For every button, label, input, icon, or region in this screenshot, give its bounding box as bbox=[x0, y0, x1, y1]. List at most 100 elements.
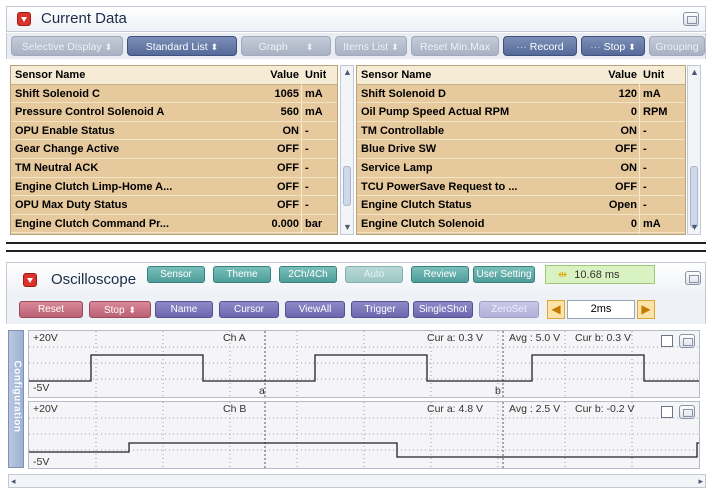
scroll-down-icon[interactable]: ▼ bbox=[690, 223, 699, 232]
current-data-title: Current Data bbox=[41, 10, 127, 27]
sensor-value: 0.000 bbox=[271, 217, 299, 230]
sensor-name: Gear Change Active bbox=[15, 143, 120, 156]
panel-splitter[interactable] bbox=[6, 242, 706, 252]
ch-a-expand-icon[interactable] bbox=[679, 334, 695, 348]
ch-b-bottom-scale: -5V bbox=[33, 456, 50, 468]
sensor-value: OFF bbox=[615, 143, 637, 156]
table-row[interactable]: Engine Clutch Command Pr... 0.000 bar bbox=[11, 215, 337, 234]
scroll-right-icon[interactable]: ▸ bbox=[698, 476, 703, 487]
ch-a-checkbox[interactable] bbox=[661, 335, 673, 347]
ch-b-average: Avg : 2.5 V bbox=[509, 403, 561, 415]
sensor-button[interactable]: Sensor bbox=[147, 266, 205, 283]
scroll-left-icon[interactable]: ◂ bbox=[11, 476, 16, 487]
time-div-decrease-icon[interactable]: ◀ bbox=[547, 300, 565, 319]
sensor-unit: mA bbox=[305, 106, 323, 119]
table-row[interactable]: TM Controllable ON - bbox=[357, 122, 685, 141]
configuration-tab[interactable]: Configuration bbox=[8, 330, 24, 468]
theme-button[interactable]: Theme bbox=[213, 266, 271, 283]
zero-set-button[interactable]: ZeroSet bbox=[479, 301, 539, 318]
left-table-scrollbar[interactable]: ▲ ▼ bbox=[340, 65, 354, 235]
table-row[interactable]: OPU Enable Status ON - bbox=[11, 122, 337, 141]
ch-a-name: Ch A bbox=[223, 332, 246, 344]
sensor-name: Pressure Control Solenoid A bbox=[15, 106, 165, 119]
sensor-value: 0 bbox=[630, 106, 637, 119]
sensor-unit: - bbox=[643, 124, 647, 137]
osc-stop-button[interactable]: Stop ⬍ bbox=[89, 301, 151, 318]
table-row[interactable]: Shift Solenoid D 120 mA bbox=[357, 85, 685, 104]
selective-display-button[interactable]: Selective Display ⬍ bbox=[11, 36, 123, 56]
table-row[interactable]: Engine Clutch Limp-Home A... OFF - bbox=[11, 178, 337, 197]
cursor-b-marker[interactable]: b bbox=[495, 385, 501, 397]
maximize-oscilloscope-icon[interactable] bbox=[685, 271, 701, 285]
table-row[interactable]: OPU Max Duty Status OFF - bbox=[11, 196, 337, 215]
sensor-name: TM Controllable bbox=[361, 124, 445, 137]
view-all-button[interactable]: ViewAll bbox=[285, 301, 345, 318]
sensor-name: Oil Pump Speed Actual RPM bbox=[361, 106, 510, 119]
scroll-thumb[interactable] bbox=[690, 166, 698, 228]
right-table-scrollbar[interactable]: ▲ ▼ bbox=[687, 65, 701, 235]
table-row[interactable]: Engine Clutch Status Open - bbox=[357, 196, 685, 215]
sensor-unit: - bbox=[305, 180, 309, 193]
table-row[interactable]: Gear Change Active OFF - bbox=[11, 140, 337, 159]
ch-b-cursor-a-value: Cur a: 4.8 V bbox=[427, 403, 484, 415]
sensor-value: ON bbox=[620, 124, 638, 137]
oscilloscope-header: Oscilloscope Sensor Theme 2Ch/4Ch Auto R… bbox=[6, 262, 706, 296]
record-button[interactable]: ··· Record bbox=[503, 36, 577, 56]
user-setting-button[interactable]: User Setting bbox=[473, 266, 535, 283]
sensor-unit: - bbox=[305, 162, 309, 174]
collapse-oscilloscope-icon[interactable] bbox=[23, 273, 37, 287]
ch-b-top-scale: +20V bbox=[33, 403, 58, 415]
oscilloscope-scrollbar[interactable]: ◂ ▸ bbox=[8, 474, 706, 488]
sensor-unit: mA bbox=[643, 217, 661, 230]
scroll-up-icon[interactable]: ▲ bbox=[343, 68, 352, 77]
standard-list-button[interactable]: Standard List ⬍ bbox=[127, 36, 237, 56]
graph-button[interactable]: Graph ⬍ bbox=[241, 36, 331, 56]
scroll-thumb[interactable] bbox=[343, 166, 351, 206]
sensor-name: Engine Clutch Status bbox=[361, 199, 472, 212]
table-row[interactable]: TM Neutral ACK OFF - bbox=[11, 159, 337, 178]
unit-header: Unit bbox=[305, 69, 327, 81]
table-row[interactable]: TCU PowerSave Request to ... OFF - bbox=[357, 178, 685, 197]
ch-b-expand-icon[interactable] bbox=[679, 405, 695, 419]
table-row[interactable]: Pressure Control Solenoid A 560 mA bbox=[11, 103, 337, 122]
collapse-current-data-icon[interactable] bbox=[17, 12, 31, 26]
name-button[interactable]: Name bbox=[155, 301, 213, 318]
items-list-button[interactable]: Items List ⬍ bbox=[335, 36, 407, 56]
table-row[interactable]: Oil Pump Speed Actual RPM 0 RPM bbox=[357, 103, 685, 122]
time-div-field[interactable]: 2ms bbox=[567, 300, 635, 319]
ch-b-name: Ch B bbox=[223, 403, 247, 415]
table-row[interactable]: Shift Solenoid C 1065 mA bbox=[11, 85, 337, 104]
single-shot-button[interactable]: SingleShot bbox=[413, 301, 473, 318]
table-row[interactable]: Service Lamp ON - bbox=[357, 159, 685, 178]
ch-b-checkbox[interactable] bbox=[661, 406, 673, 418]
table-row[interactable]: Engine Clutch Solenoid 0 mA bbox=[357, 215, 685, 234]
value-header: Value bbox=[270, 69, 299, 81]
sensor-value: OFF bbox=[277, 162, 299, 174]
reset-min-max-button[interactable]: Reset Min.Max bbox=[411, 36, 499, 56]
sensor-name: Shift Solenoid D bbox=[361, 87, 446, 100]
channel-a-plot[interactable]: +20V -5V Ch A a b Cur a: 0.3 V Avg : 5.0… bbox=[28, 330, 700, 398]
trigger-button[interactable]: Trigger bbox=[351, 301, 409, 318]
review-button[interactable]: Review bbox=[411, 266, 469, 283]
time-cursor-icon: ⇹ bbox=[558, 269, 568, 281]
grouping-button[interactable]: Grouping bbox=[649, 36, 705, 56]
maximize-current-data-icon[interactable] bbox=[683, 12, 699, 26]
sensor-unit: - bbox=[643, 180, 647, 193]
time-div-increase-icon[interactable]: ▶ bbox=[637, 300, 655, 319]
scroll-up-icon[interactable]: ▲ bbox=[690, 68, 699, 77]
scroll-down-icon[interactable]: ▼ bbox=[343, 223, 352, 232]
right-sensor-table: Sensor Name Value Unit Shift Solenoid D 1… bbox=[356, 65, 686, 235]
left-sensor-table: Sensor Name Value Unit Shift Solenoid C 1… bbox=[10, 65, 338, 235]
2ch-4ch-button[interactable]: 2Ch/4Ch bbox=[279, 266, 337, 283]
auto-button[interactable]: Auto bbox=[345, 266, 403, 283]
table-row[interactable]: Blue Drive SW OFF - bbox=[357, 140, 685, 159]
stop-button[interactable]: ··· Stop ⬍ bbox=[581, 36, 645, 56]
sensor-name: Engine Clutch Limp-Home A... bbox=[15, 180, 173, 193]
reset-button[interactable]: Reset bbox=[19, 301, 83, 318]
channel-b-plot[interactable]: +20V -5V Ch B Cur a: 4.8 V Avg : 2.5 V C… bbox=[28, 401, 700, 469]
cursor-button[interactable]: Cursor bbox=[219, 301, 279, 318]
cursor-a-marker[interactable]: a bbox=[259, 385, 265, 397]
ch-a-top-scale: +20V bbox=[33, 332, 58, 344]
sensor-name: Service Lamp bbox=[361, 162, 433, 174]
oscilloscope-toolbar: Reset Stop ⬍ Name Cursor ViewAll Trigger … bbox=[6, 296, 706, 324]
